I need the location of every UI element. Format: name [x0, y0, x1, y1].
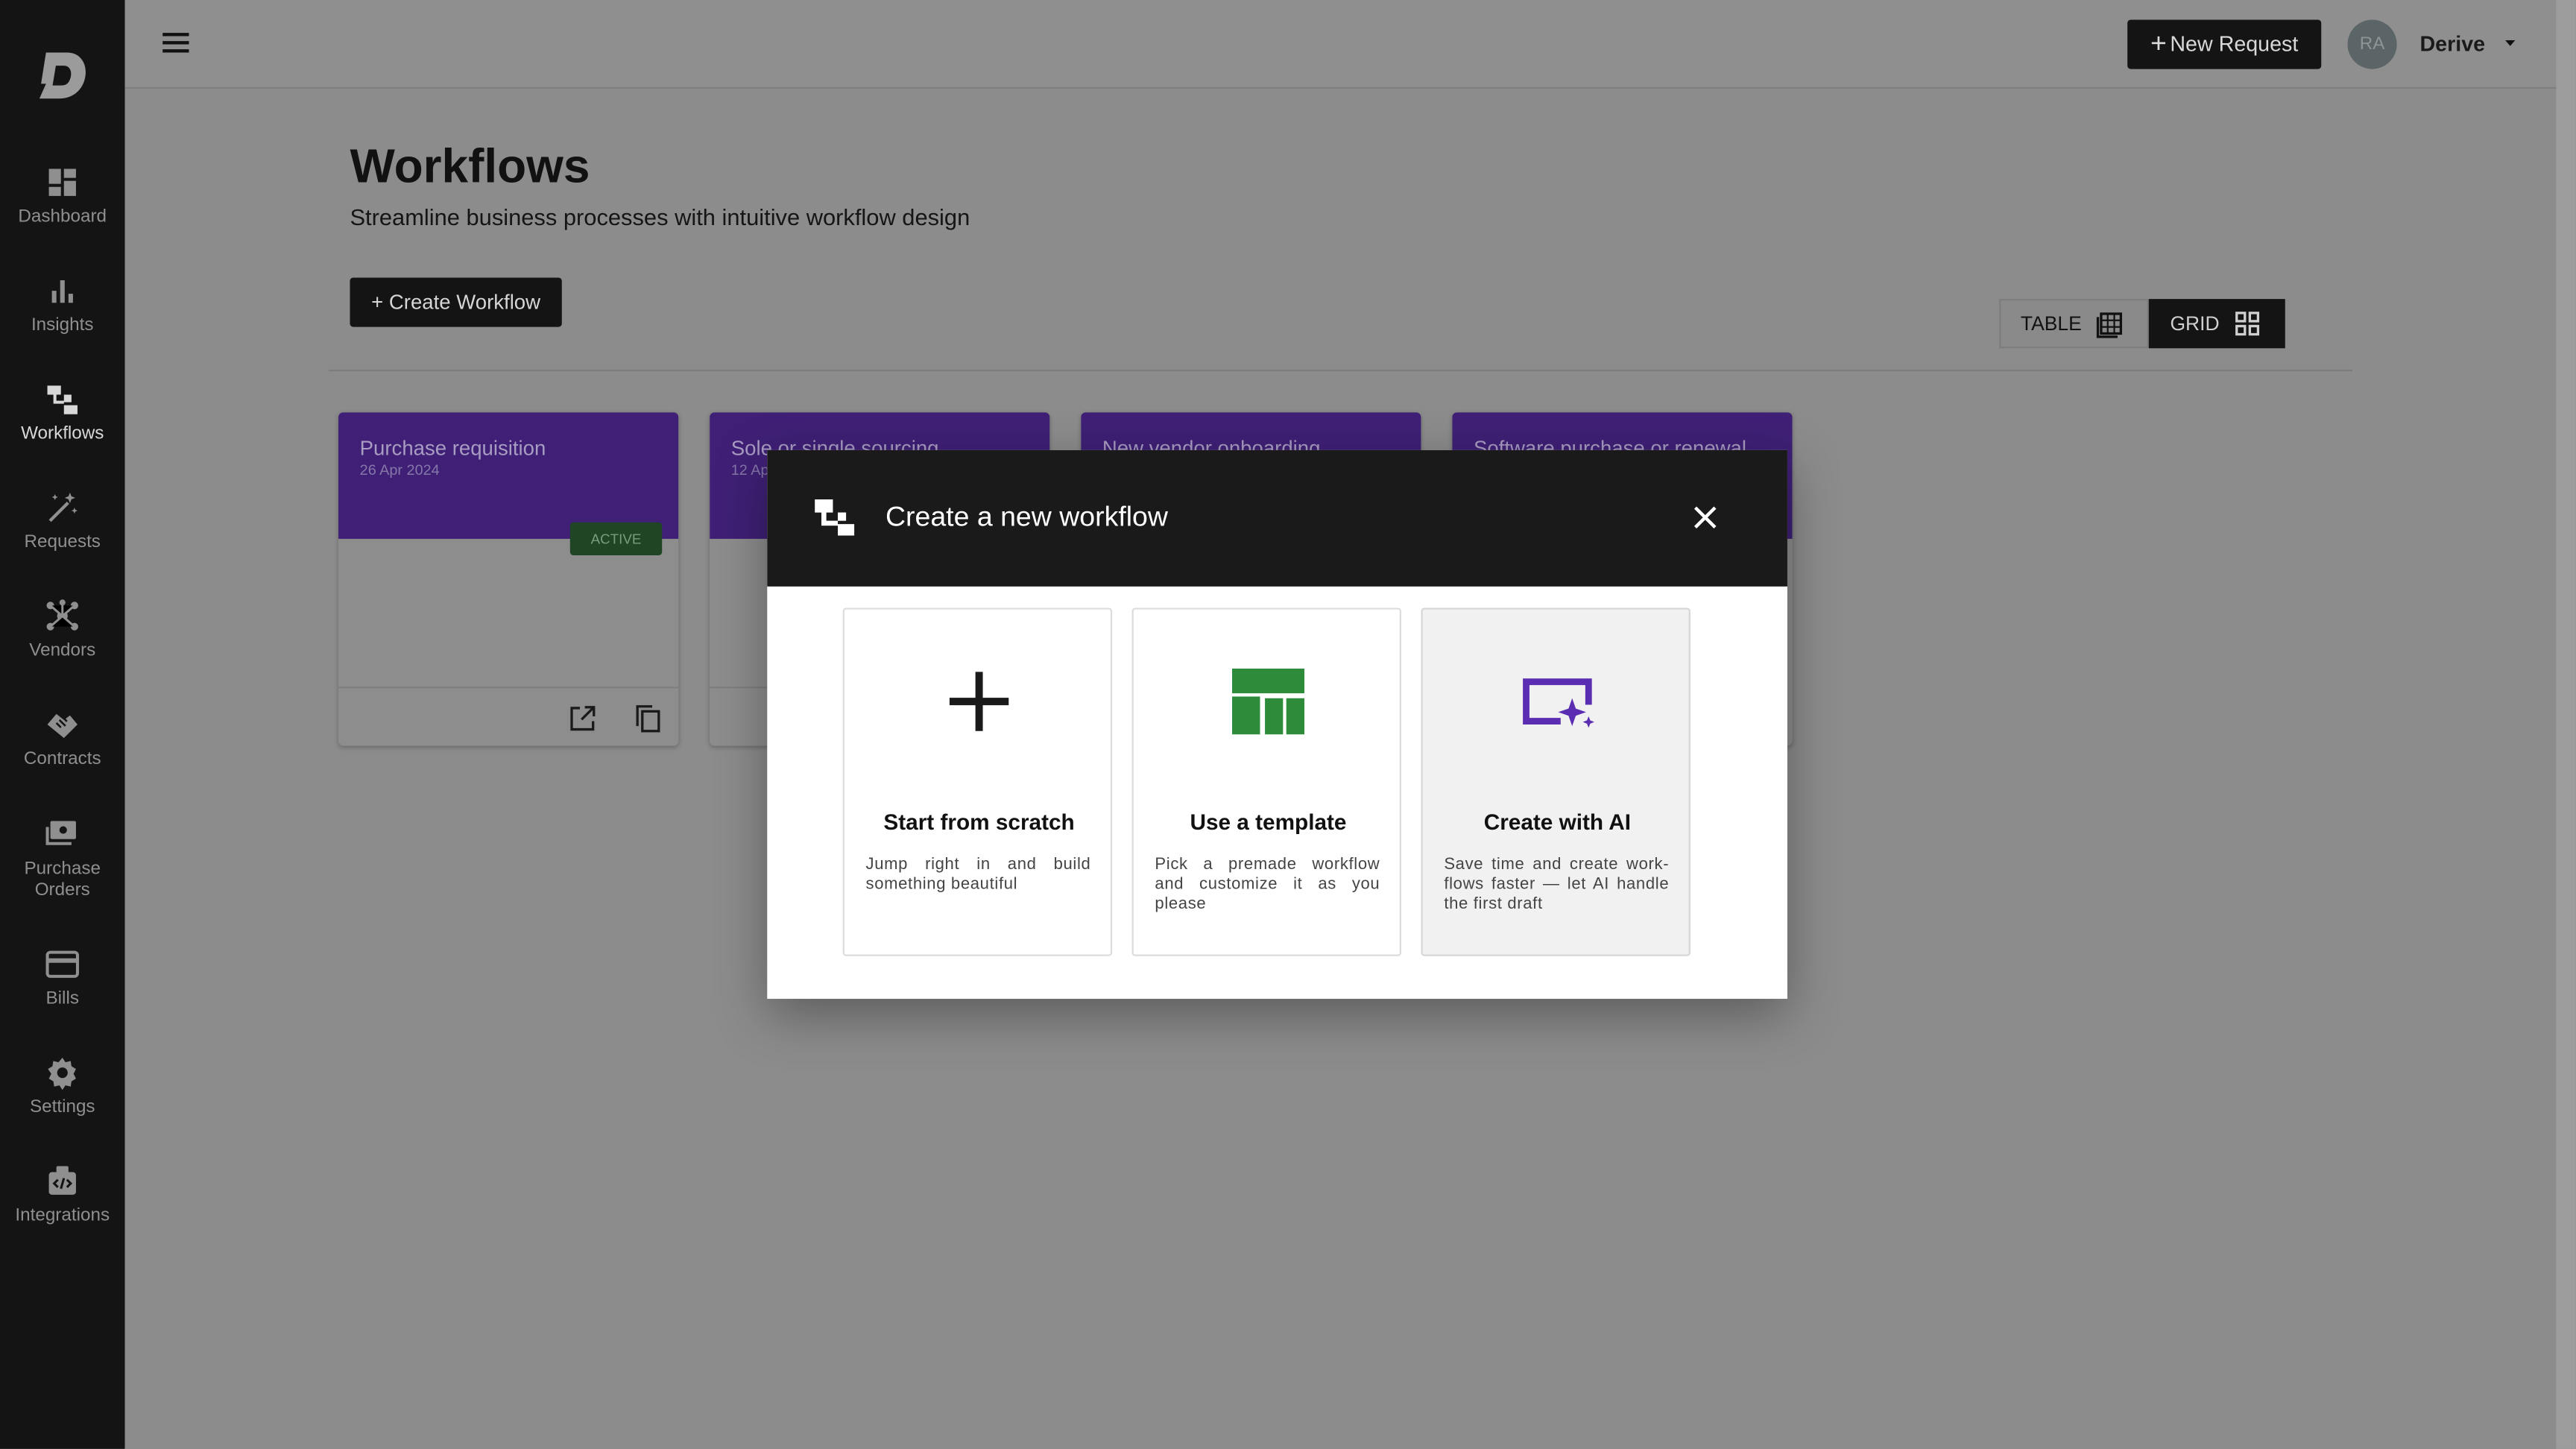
option-description: Jump right in and build something beauti… — [865, 856, 1091, 894]
sidebar-item-contracts[interactable]: Contracts — [0, 707, 125, 805]
integration-icon — [48, 1166, 76, 1195]
create-workflow-dialog: Create a new workflow Start from scratch… — [767, 449, 1787, 1000]
start-from-scratch-option[interactable]: Start from scratch Jump right in and bui… — [842, 607, 1113, 956]
sidebar-item-purchase-orders[interactable]: Purchase Orders — [0, 816, 125, 915]
sidebar-item-requests[interactable]: Requests — [0, 490, 125, 588]
org-name[interactable]: Derive — [2419, 31, 2485, 56]
sidebar-item-dashboard[interactable]: Dashboard — [0, 164, 125, 262]
create-with-ai-option[interactable]: Create with AI Save time and create work… — [1421, 607, 1690, 956]
sidebar-item-label: Contracts — [23, 749, 101, 769]
card-date: 26 Apr 2024 — [359, 461, 440, 479]
template-icon — [1232, 669, 1304, 735]
option-title: Use a template — [1190, 809, 1347, 835]
dialog-header: Create a new workflow — [767, 449, 1787, 587]
new-request-button[interactable]: + New Request — [2127, 19, 2322, 69]
grid-view-button[interactable]: GRID — [2148, 299, 2285, 349]
sidebar-item-label: Bills — [45, 988, 79, 1009]
table-view-label: TABLE — [2020, 312, 2082, 335]
workflow-icon — [47, 385, 78, 414]
status-badge: ACTIVE — [569, 522, 663, 555]
sidebar-item-label: Insights — [31, 315, 94, 335]
card-footer — [338, 686, 679, 745]
create-workflow-button[interactable]: + Create Workflow — [350, 277, 562, 327]
plus-icon — [949, 672, 1009, 731]
sidebar-item-integrations[interactable]: Integrations — [0, 1163, 125, 1261]
sidebar-item-vendors[interactable]: Vendors — [0, 598, 125, 696]
option-title: Start from scratch — [883, 809, 1075, 835]
credit-card-icon — [45, 950, 79, 978]
sidebar-item-label: Settings — [29, 1097, 95, 1117]
page-subtitle: Streamline business processes with intui… — [350, 203, 970, 230]
card-header: Purchase requisition 26 Apr 2024 — [338, 412, 679, 539]
card-title: Purchase requisition — [359, 437, 546, 461]
grid-icon — [2235, 312, 2260, 336]
workflow-icon — [815, 499, 855, 536]
page-title: Workflows — [350, 141, 590, 195]
plus-icon: + — [2150, 28, 2167, 60]
ai-sparkle-icon — [1523, 678, 1594, 728]
open-in-new-icon[interactable] — [569, 705, 596, 733]
menu-icon[interactable] — [161, 28, 191, 57]
caret-down-icon[interactable] — [2504, 36, 2517, 49]
sidebar-item-insights[interactable]: Insights — [0, 273, 125, 371]
close-icon[interactable] — [1692, 505, 1718, 531]
app-root: Dashboard Insights Workflows Requests Ve… — [0, 0, 2576, 1449]
sidebar-item-label: Integrations — [15, 1205, 110, 1226]
divider — [328, 369, 2353, 372]
card-date: 12 Ap — [730, 461, 769, 479]
use-template-option[interactable]: Use a template Pick a premade workflow a… — [1131, 607, 1402, 956]
sidebar-item-workflows[interactable]: Workflows — [0, 381, 125, 479]
bar-chart-icon — [51, 280, 73, 303]
avatar[interactable]: RA — [2347, 19, 2397, 69]
sidebar-item-bills[interactable]: Bills — [0, 947, 125, 1045]
top-bar: + New Request RA Derive — [124, 0, 2557, 89]
scrollbar[interactable] — [2556, 0, 2576, 1449]
workflow-card[interactable]: Purchase requisition 26 Apr 2024 ACTIVE — [338, 412, 679, 746]
option-description: Pick a premade workflow and customize it… — [1155, 856, 1380, 914]
sidebar-item-label: Purchase Orders — [24, 859, 101, 900]
grid-view-label: GRID — [2170, 312, 2220, 335]
sidebar-item-label: Requests — [24, 532, 101, 552]
sidebar-item-label: Workflows — [21, 423, 104, 444]
copy-icon[interactable] — [634, 705, 662, 733]
sidebar-item-settings[interactable]: Settings — [0, 1055, 125, 1153]
gear-icon — [48, 1058, 76, 1090]
sidebar: Dashboard Insights Workflows Requests Ve… — [0, 0, 125, 1449]
magic-wand-icon — [48, 492, 78, 523]
network-icon — [46, 599, 78, 631]
option-description: Save time and create work-flows faster —… — [1444, 856, 1670, 914]
sidebar-item-label: Dashboard — [18, 206, 107, 227]
dialog-title: Create a new workflow — [885, 501, 1168, 533]
derive-logo[interactable] — [36, 49, 89, 102]
option-title: Create with AI — [1483, 809, 1632, 835]
view-toggle: TABLE GRID — [1999, 299, 2285, 349]
new-request-label: New Request — [2170, 31, 2299, 56]
sidebar-item-label: Vendors — [29, 640, 96, 661]
table-view-button[interactable]: TABLE — [1999, 299, 2149, 349]
table-icon — [2096, 312, 2123, 338]
handshake-icon — [47, 713, 78, 739]
payments-icon — [45, 821, 76, 845]
dashboard-icon — [48, 168, 76, 196]
